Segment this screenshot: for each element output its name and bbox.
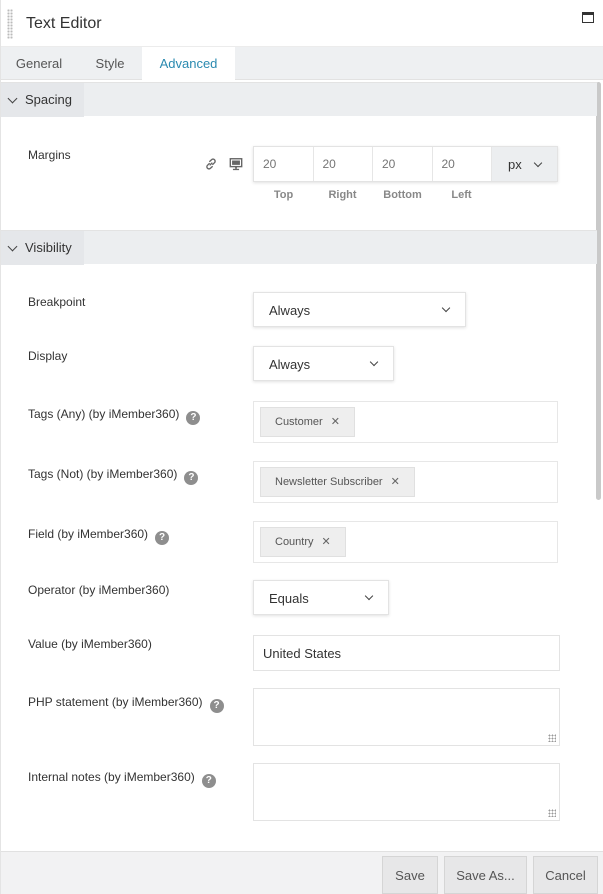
operator-value: Equals bbox=[269, 591, 309, 606]
margin-bottom-caption: Bottom bbox=[383, 189, 422, 201]
resize-handle-icon[interactable] bbox=[548, 734, 556, 742]
margin-right-caption: Right bbox=[328, 189, 357, 201]
close-icon[interactable]: ✕ bbox=[322, 536, 331, 548]
chevron-down-icon bbox=[364, 591, 374, 601]
operator-label: Operator (by iMember360) bbox=[28, 583, 170, 597]
chevron-down-icon bbox=[7, 241, 18, 252]
margin-top-caption: Top bbox=[273, 189, 294, 201]
margin-unit-select[interactable]: px bbox=[492, 147, 557, 181]
tags-not-label-text: Tags (Not) (by iMember360) bbox=[28, 467, 178, 481]
spacing-section-header: Spacing bbox=[1, 82, 597, 117]
tag-chip-label: Country bbox=[275, 536, 314, 548]
close-icon[interactable]: ✕ bbox=[391, 476, 400, 488]
chevron-down-icon bbox=[533, 158, 543, 168]
visibility-section-header: Visibility bbox=[1, 230, 597, 265]
margin-left-input[interactable] bbox=[432, 147, 492, 181]
link-icon[interactable] bbox=[204, 157, 218, 171]
monitor-icon[interactable] bbox=[229, 157, 243, 171]
maximize-icon[interactable] bbox=[582, 12, 594, 23]
tags-any-field[interactable]: Customer ✕ bbox=[253, 401, 558, 443]
close-icon[interactable]: ✕ bbox=[331, 416, 340, 428]
help-icon[interactable]: ? bbox=[186, 411, 201, 425]
tag-chip-label: Customer bbox=[275, 416, 323, 428]
tags-not-label: Tags (Not) (by iMember360)? bbox=[28, 467, 199, 485]
breakpoint-value: Always bbox=[269, 303, 311, 318]
field-tag-field[interactable]: Country ✕ bbox=[253, 521, 558, 563]
drag-handle-icon[interactable] bbox=[7, 9, 13, 39]
spacing-section-label: Spacing bbox=[25, 92, 72, 107]
display-label: Display bbox=[28, 349, 68, 363]
tab-style[interactable]: Style bbox=[77, 47, 143, 80]
help-icon[interactable]: ? bbox=[155, 531, 170, 545]
visibility-section-toggle[interactable]: Visibility bbox=[1, 231, 84, 265]
value-input[interactable] bbox=[253, 635, 560, 671]
tags-any-label-text: Tags (Any) (by iMember360) bbox=[28, 407, 180, 421]
scrollbar-thumb[interactable] bbox=[596, 82, 601, 500]
tag-chip: Country ✕ bbox=[260, 527, 346, 557]
margins-inputs: px bbox=[253, 146, 558, 182]
settings-panel: Text Editor General Style Advanced Spaci… bbox=[0, 0, 603, 894]
spacing-section-toggle[interactable]: Spacing bbox=[1, 83, 84, 117]
save-button[interactable]: Save bbox=[382, 856, 438, 894]
chevron-down-icon bbox=[441, 303, 451, 313]
field-label: Field (by iMember360)? bbox=[28, 527, 170, 545]
margin-right-input[interactable] bbox=[313, 147, 373, 181]
chevron-down-icon bbox=[7, 93, 18, 104]
value-label: Value (by iMember360) bbox=[28, 637, 152, 651]
margin-top-input[interactable] bbox=[254, 147, 314, 181]
tab-bar: General Style Advanced bbox=[1, 47, 603, 81]
internal-notes-label-text: Internal notes (by iMember360) bbox=[28, 770, 195, 784]
php-statement-label-text: PHP statement (by iMember360) bbox=[28, 695, 203, 709]
margin-unit-value: px bbox=[508, 157, 522, 172]
internal-notes-label: Internal notes (by iMember360)? bbox=[28, 770, 216, 788]
margins-label: Margins bbox=[28, 148, 71, 162]
chevron-down-icon bbox=[369, 357, 379, 367]
margin-left-caption: Left bbox=[451, 189, 472, 201]
breakpoint-label: Breakpoint bbox=[28, 295, 86, 309]
panel-footer: Save Save As... Cancel bbox=[1, 851, 603, 894]
help-icon[interactable]: ? bbox=[209, 699, 224, 713]
panel-title: Text Editor bbox=[26, 15, 102, 32]
help-icon[interactable]: ? bbox=[184, 471, 199, 485]
internal-notes-textarea[interactable] bbox=[253, 763, 560, 821]
display-select[interactable]: Always bbox=[253, 346, 394, 381]
php-statement-textarea[interactable] bbox=[253, 688, 560, 746]
visibility-section-label: Visibility bbox=[25, 240, 72, 255]
tags-not-field[interactable]: Newsletter Subscriber ✕ bbox=[253, 461, 558, 503]
tag-chip: Customer ✕ bbox=[260, 407, 355, 437]
field-label-text: Field (by iMember360) bbox=[28, 527, 149, 541]
panel-header: Text Editor bbox=[1, 0, 603, 47]
tag-chip: Newsletter Subscriber ✕ bbox=[260, 467, 415, 497]
cancel-button[interactable]: Cancel bbox=[533, 856, 598, 894]
tag-chip-label: Newsletter Subscriber bbox=[275, 476, 383, 488]
tags-any-label: Tags (Any) (by iMember360)? bbox=[28, 407, 201, 425]
save-as-button[interactable]: Save As... bbox=[444, 856, 527, 894]
breakpoint-select[interactable]: Always bbox=[253, 292, 466, 327]
operator-select[interactable]: Equals bbox=[253, 580, 389, 615]
php-statement-label: PHP statement (by iMember360)? bbox=[28, 695, 224, 713]
display-value: Always bbox=[269, 357, 311, 372]
tab-advanced[interactable]: Advanced bbox=[142, 47, 235, 81]
resize-handle-icon[interactable] bbox=[548, 809, 556, 817]
tab-general[interactable]: General bbox=[1, 47, 77, 80]
margin-bottom-input[interactable] bbox=[373, 147, 433, 181]
help-icon[interactable]: ? bbox=[201, 774, 216, 788]
